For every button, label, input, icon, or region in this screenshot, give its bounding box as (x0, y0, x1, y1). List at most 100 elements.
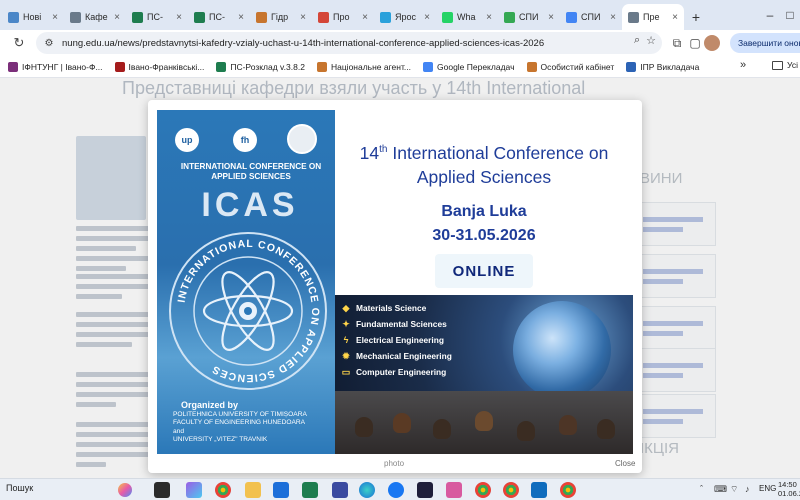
all-bookmarks-folder[interactable]: Усі (772, 60, 798, 70)
new-tab-button[interactable]: + (684, 4, 708, 30)
task-view-icon[interactable] (154, 482, 170, 498)
topic-item: ✦ Fundamental Sciences (342, 318, 447, 330)
headline-rest: International Conference on Applied Scie… (387, 142, 609, 187)
bookmarks-overflow-button[interactable]: » (740, 59, 746, 71)
bookmark-star-icon[interactable]: ☆ (646, 34, 656, 47)
organizer-line: UNIVERSITY „VITEZ" TRAVNIK (173, 436, 268, 444)
tab-label: ПС- (147, 12, 163, 22)
tab-close-icon[interactable]: × (610, 12, 616, 23)
wifi-icon[interactable]: ⌔ (730, 484, 738, 495)
tab-favicon-icon (132, 11, 143, 23)
finish-update-button[interactable]: Завершити онов (730, 33, 800, 53)
tab-favicon-icon (380, 11, 391, 23)
app-icon[interactable] (417, 482, 433, 498)
browser-tab[interactable]: Ярос × (374, 4, 436, 30)
online-badge: ONLINE (435, 254, 533, 288)
tab-close-icon[interactable]: × (362, 12, 368, 23)
browser-tab[interactable]: Wha × (436, 4, 498, 30)
file-explorer-icon[interactable] (245, 482, 261, 498)
bookmark-item[interactable]: ІПР Викладача (620, 61, 705, 72)
reload-icon[interactable]: ↻ (8, 32, 30, 54)
bookmark-label: ІПР Викладача (640, 61, 700, 72)
tab-close-icon[interactable]: × (672, 12, 678, 23)
bookmark-item[interactable]: Національне агент... (311, 61, 417, 72)
monitor-icon: ▭ (341, 366, 351, 377)
save-app-icon[interactable] (332, 482, 348, 498)
tab-close-icon[interactable]: × (52, 12, 58, 23)
bookmark-item[interactable]: ПС-Розклад v.3.8.2 (210, 61, 311, 72)
bookmark-label: ІФНТУНГ | Івано-Ф... (22, 61, 103, 72)
gear-icon: ✹ (342, 350, 350, 361)
tab-close-icon[interactable]: × (548, 12, 554, 23)
tab-close-icon[interactable]: × (176, 12, 182, 23)
facebook-icon[interactable] (388, 482, 404, 498)
sidepanel-icon[interactable]: ▢ (686, 34, 704, 52)
bookmark-favicon-icon (626, 61, 637, 72)
zoom-icon[interactable]: ⌕ (634, 34, 640, 47)
browser-tab[interactable]: Про × (312, 4, 374, 30)
tab-close-icon[interactable]: × (424, 12, 430, 23)
globe-icon (513, 301, 611, 399)
poster-dates: 30-31.05.2026 (432, 227, 536, 244)
clock[interactable]: 14:50 01.06.2 (778, 480, 800, 498)
tab-favicon-icon (70, 11, 81, 23)
browser-tab[interactable]: Пре × (622, 4, 684, 30)
maximize-icon[interactable]: □ (780, 0, 800, 30)
minimize-icon[interactable]: – (760, 0, 780, 30)
site-info-icon[interactable]: ⚙ (40, 34, 58, 52)
browser-tab[interactable]: Гідр × (250, 4, 312, 30)
extensions-icon[interactable]: ⧉ (668, 34, 686, 52)
browser-tab[interactable]: Кафе × (64, 4, 126, 30)
chrome-icon-2[interactable] (475, 482, 491, 498)
bookmark-item[interactable]: ІФНТУНГ | Івано-Ф... (2, 61, 109, 72)
input-language[interactable]: ENG (759, 484, 776, 493)
address-bar[interactable]: ⚙ nung.edu.ua/news/predstavnytsi-kafedry… (36, 32, 662, 54)
tab-label: Wha (457, 12, 476, 22)
bookmark-item[interactable]: Особистий кабінет (521, 61, 621, 72)
tab-close-icon[interactable]: × (300, 12, 306, 23)
tab-close-icon[interactable]: × (114, 12, 120, 23)
browser-tab-strip: Нові × Кафе × ПС- × ПС- × Гідр × Про × Ярос × Wha × СПИ ×… (0, 0, 800, 30)
chrome-icon-4[interactable] (560, 482, 576, 498)
os-taskbar: Пошук ˆ ⌨ ⌔ ♪ ENG 14:50 01.06.2 (0, 478, 800, 500)
edge-icon[interactable] (359, 482, 375, 498)
browser-tab[interactable]: ПС- × (188, 4, 250, 30)
atom-emblem-icon: INTERNATIONAL CONFERENCE ON APPLIED SCIE… (169, 232, 327, 390)
store-icon[interactable] (273, 482, 289, 498)
keyboard-icon[interactable]: ⌨ (714, 484, 727, 495)
tab-label: СПИ (581, 12, 601, 22)
browser-tab[interactable]: СПИ × (498, 4, 560, 30)
url-text: nung.edu.ua/news/predstavnytsi-kafedry-v… (62, 37, 545, 49)
outlook-icon[interactable] (531, 482, 547, 498)
topic-item: ▭ Computer Engineering (341, 366, 447, 378)
copilot-app-icon[interactable] (186, 482, 202, 498)
bookmark-label: Google Перекладач (437, 61, 515, 72)
taskbar-search-button[interactable]: Пошук (6, 483, 33, 493)
omnibox-actions: ⌕ ☆ (634, 34, 656, 47)
app-icon-2[interactable] (446, 482, 462, 498)
bookmark-label: Особистий кабінет (540, 61, 615, 72)
tray-chevron-icon[interactable]: ˆ (700, 484, 703, 494)
bookmark-favicon-icon (316, 61, 327, 72)
all-bookmarks-label: Усі (787, 60, 798, 70)
browser-tab[interactable]: СПИ × (560, 4, 622, 30)
chrome-icon[interactable] (215, 482, 231, 498)
browser-tab[interactable]: Нові × (2, 4, 64, 30)
tab-close-icon[interactable]: × (486, 12, 492, 23)
bookmark-favicon-icon (423, 61, 433, 72)
bookmark-label: Івано-Франківські... (128, 61, 205, 72)
bookmark-item[interactable]: Google Перекладач (417, 61, 521, 72)
tab-favicon-icon (442, 11, 453, 23)
profile-avatar[interactable] (704, 35, 720, 51)
copilot-icon[interactable] (118, 483, 132, 497)
topics-list: ◆ Materials Science ✦ Fundamental Sciences… (341, 300, 481, 380)
tab-close-icon[interactable]: × (238, 12, 244, 23)
chrome-icon-3[interactable] (503, 482, 519, 498)
excel-icon[interactable] (302, 482, 318, 498)
close-button[interactable]: Close (615, 459, 635, 468)
bookmark-item[interactable]: Івано-Франківські... (109, 61, 211, 72)
browser-tab[interactable]: ПС- × (126, 4, 188, 30)
tab-label: СПИ (519, 12, 539, 22)
organizers-title: Organized by (181, 400, 239, 410)
volume-icon[interactable]: ♪ (745, 484, 750, 494)
